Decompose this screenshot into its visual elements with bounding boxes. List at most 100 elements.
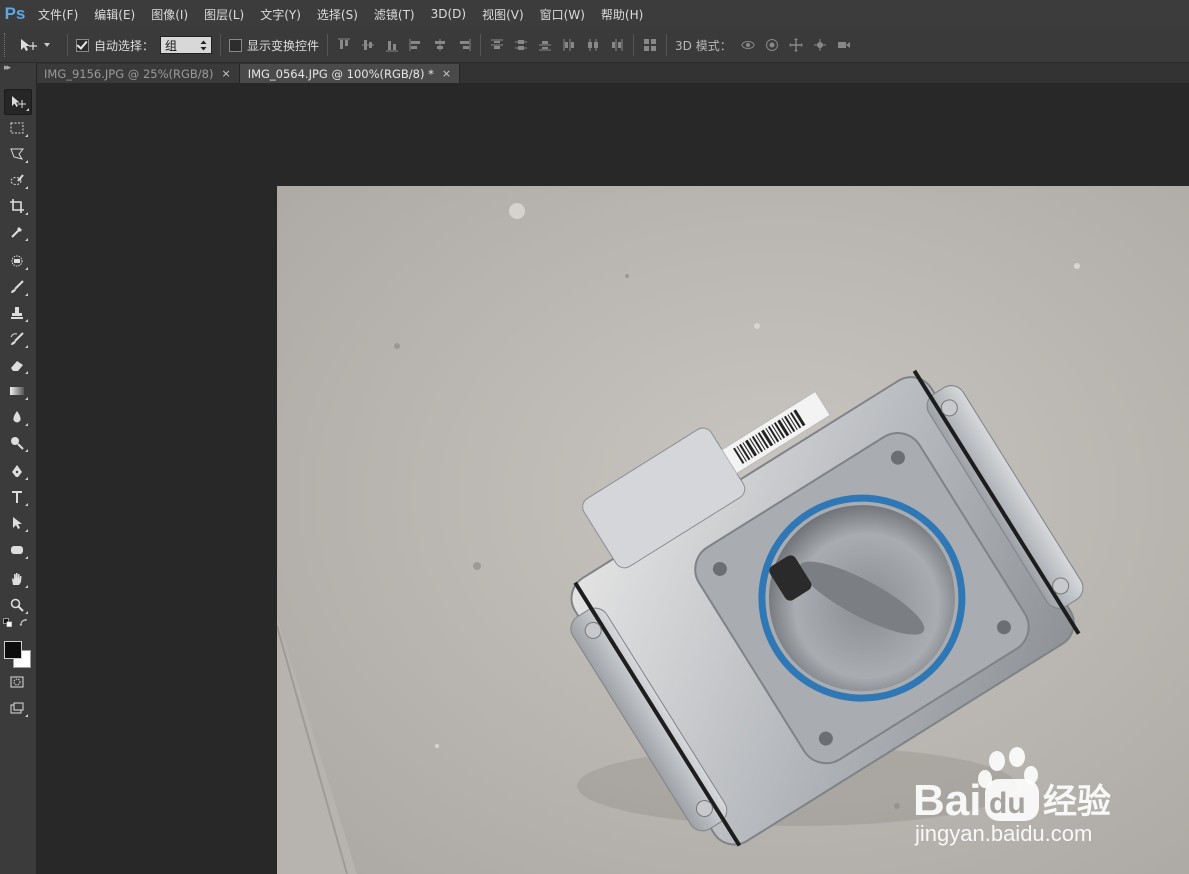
dodge-icon (11, 437, 24, 450)
document-tab-label: IMG_9156.JPG @ 25%(RGB/8) (44, 66, 214, 81)
eraser-icon (11, 361, 23, 371)
auto-select-label: 自动选择： (94, 38, 155, 53)
options-grip[interactable] (4, 33, 11, 57)
screen-mode-button[interactable] (4, 696, 30, 720)
pen-icon (12, 465, 22, 477)
quick-selection-icon (10, 174, 24, 185)
menu-filter[interactable]: 滤镜(T) (366, 6, 423, 23)
quick-selection-tool[interactable] (4, 168, 30, 192)
menu-3d[interactable]: 3D(D) (423, 7, 474, 21)
zoom-tool[interactable] (4, 593, 30, 617)
auto-align-layers-icon[interactable] (642, 37, 658, 53)
3d-orbit-icon[interactable] (740, 37, 756, 53)
align-right-edges-icon[interactable] (456, 37, 472, 53)
clone-stamp-tool[interactable] (4, 301, 30, 325)
3d-roll-icon[interactable] (764, 37, 780, 53)
3d-slide-icon[interactable] (812, 37, 828, 53)
marquee-icon (10, 122, 24, 134)
align-horizontal-centers-icon[interactable] (432, 37, 448, 53)
eyedropper-tool[interactable] (4, 220, 30, 244)
menu-select[interactable]: 选择(S) (309, 6, 366, 23)
shape-tool[interactable] (4, 538, 30, 562)
lasso-tool[interactable] (4, 142, 30, 166)
document-tab-bar: IMG_9156.JPG @ 25%(RGB/8) × IMG_0564.JPG… (36, 63, 1189, 83)
gradient-tool[interactable] (4, 379, 30, 403)
gradient-icon (10, 387, 24, 395)
menu-window[interactable]: 窗口(W) (532, 6, 593, 23)
menu-view[interactable]: 视图(V) (474, 6, 532, 23)
document-photo[interactable] (277, 186, 1189, 874)
show-transform-label: 显示变换控件 (247, 38, 320, 53)
hand-tool[interactable] (4, 567, 30, 591)
menu-layer[interactable]: 图层(L) (196, 6, 252, 23)
type-icon (12, 491, 22, 503)
separator (220, 34, 222, 56)
stamp-icon (11, 307, 23, 319)
brush-icon (11, 280, 24, 293)
history-brush-tool[interactable] (4, 327, 30, 351)
show-transform-checkbox[interactable] (229, 38, 243, 52)
auto-select-checkbox[interactable] (76, 38, 89, 52)
separator (666, 34, 668, 56)
distribute-left-icon[interactable] (561, 37, 577, 53)
3d-mode-label: 3D 模式： (675, 38, 732, 53)
blur-tool[interactable] (4, 405, 30, 429)
crop-icon (10, 199, 24, 213)
quick-mask-icon (10, 676, 24, 688)
default-colors-icon[interactable] (0, 616, 16, 630)
move-tool[interactable] (4, 89, 32, 115)
brush-tool[interactable] (4, 275, 30, 299)
menu-edit[interactable]: 编辑(E) (86, 6, 143, 23)
tools-panel: ▸▸ (0, 63, 37, 874)
auto-select-value: 组 (165, 38, 178, 53)
healing-brush-tool[interactable] (4, 249, 30, 273)
document-tab-img-0564[interactable]: IMG_0564.JPG @ 100%(RGB/8) * × (239, 64, 461, 83)
eyedropper-icon (11, 227, 22, 238)
type-tool[interactable] (4, 485, 30, 509)
rounded-rectangle-icon (11, 546, 23, 554)
menu-type[interactable]: 文字(Y) (252, 6, 309, 23)
3d-scale-icon[interactable] (836, 37, 852, 53)
dodge-tool[interactable] (4, 431, 30, 455)
separator (67, 34, 68, 56)
separator (327, 34, 329, 56)
chevron-down-icon (44, 43, 50, 47)
menu-help[interactable]: 帮助(H) (593, 6, 651, 23)
path-selection-tool[interactable] (4, 511, 30, 535)
close-icon[interactable]: × (442, 67, 451, 80)
distribute-top-icon[interactable] (489, 37, 505, 53)
toolbar-collapse-icon[interactable]: ▸▸ (0, 63, 36, 75)
bandage-icon (11, 255, 23, 267)
swap-colors-icon[interactable] (16, 616, 32, 630)
distribute-horizontal-centers-icon[interactable] (585, 37, 601, 53)
close-icon[interactable]: × (221, 67, 230, 80)
separator (633, 34, 635, 56)
droplet-icon (13, 411, 21, 423)
crop-tool[interactable] (4, 194, 30, 218)
tool-preset-picker[interactable] (19, 37, 59, 53)
align-left-edges-icon[interactable] (408, 37, 424, 53)
eraser-tool[interactable] (4, 353, 30, 377)
auto-select-dropdown[interactable]: 组 (160, 36, 213, 54)
align-vertical-centers-icon[interactable] (360, 37, 376, 53)
hand-icon (12, 573, 22, 585)
document-tab-img-9156[interactable]: IMG_9156.JPG @ 25%(RGB/8) × (36, 64, 240, 83)
menu-file[interactable]: 文件(F) (30, 6, 86, 23)
foreground-color-swatch[interactable] (4, 641, 22, 659)
distribute-vertical-centers-icon[interactable] (513, 37, 529, 53)
marquee-tool[interactable] (4, 116, 30, 140)
distribute-buttons (489, 37, 625, 53)
document-canvas-area[interactable] (37, 83, 1189, 874)
distribute-bottom-icon[interactable] (537, 37, 553, 53)
3d-mode-buttons (740, 37, 852, 53)
quick-mask-button[interactable] (4, 670, 30, 694)
distribute-right-icon[interactable] (609, 37, 625, 53)
align-buttons (336, 37, 472, 53)
menu-image[interactable]: 图像(I) (143, 6, 196, 23)
move-tool-icon (12, 96, 26, 108)
pen-tool[interactable] (4, 459, 30, 483)
3d-pan-icon[interactable] (788, 37, 804, 53)
align-bottom-edges-icon[interactable] (384, 37, 400, 53)
align-top-edges-icon[interactable] (336, 37, 352, 53)
move-tool-icon (21, 39, 37, 51)
